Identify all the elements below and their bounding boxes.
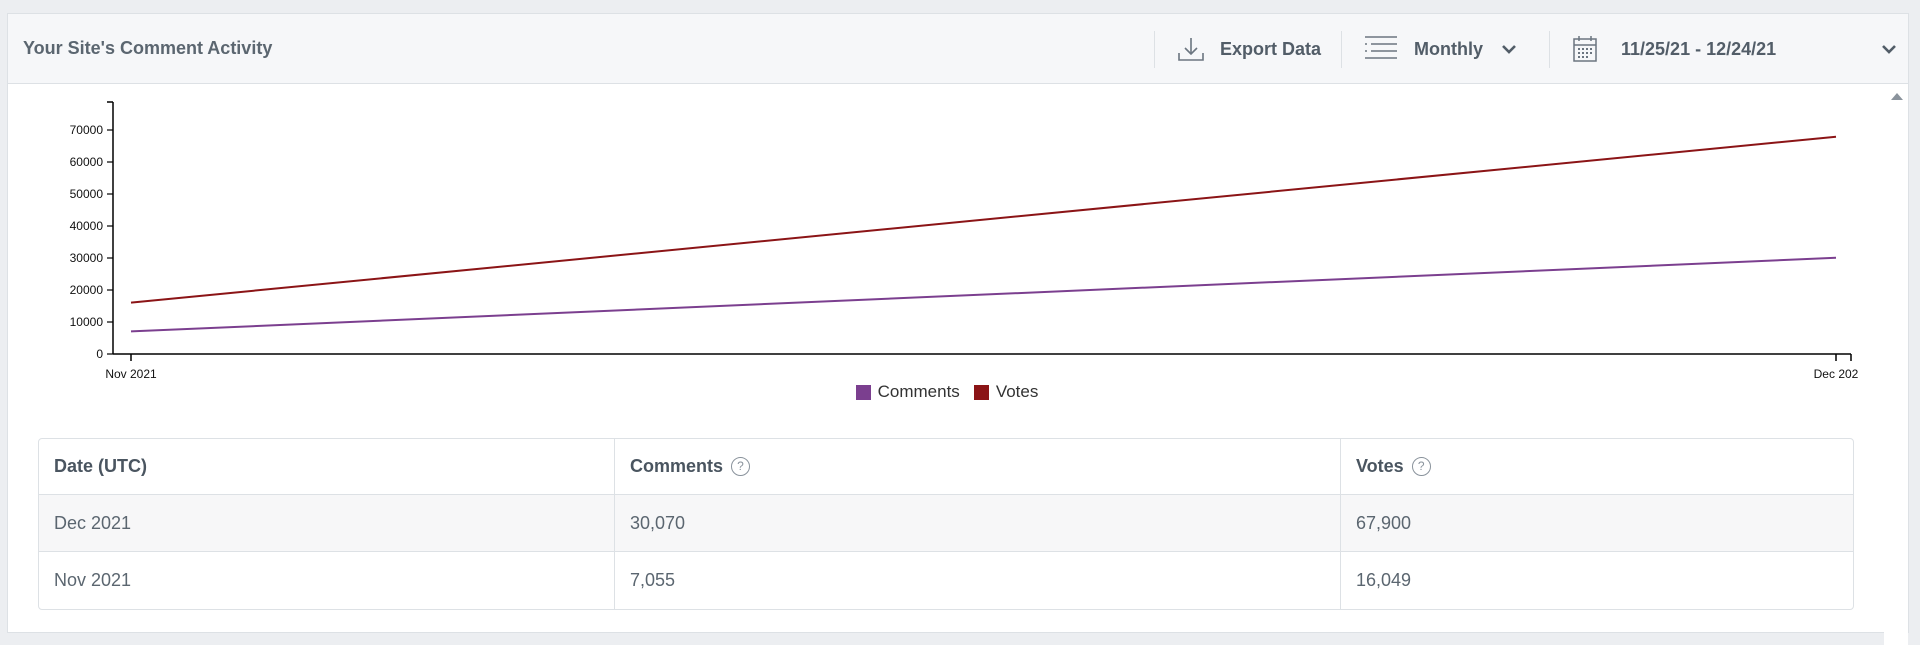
y-tick-label: 0 <box>96 347 103 361</box>
download-icon <box>1176 34 1206 64</box>
toolbar-divider <box>1341 31 1342 68</box>
toolbar-divider <box>1549 31 1550 68</box>
column-header-date-label: Date (UTC) <box>54 456 147 476</box>
column-header-comments-label: Comments <box>630 456 724 476</box>
table-row: Dec 2021 30,070 67,900 <box>39 495 1853 552</box>
y-tick-label: 20000 <box>70 283 104 297</box>
export-data-button[interactable]: Export Data <box>1176 14 1321 84</box>
legend-swatch-votes <box>973 384 989 400</box>
series-line-comments <box>130 256 1837 333</box>
chevron-down-icon <box>1501 44 1517 54</box>
table-row: Nov 2021 7,055 16,049 <box>39 552 1853 609</box>
x-tick-label: Dec 202 <box>1814 367 1859 381</box>
y-tick-label: 60000 <box>70 155 104 169</box>
legend-item-comments: Comments <box>855 382 960 402</box>
calendar-icon <box>1572 35 1598 63</box>
question-circle-icon[interactable]: ? <box>1411 456 1431 476</box>
table-cell-date: Dec 2021 <box>39 495 615 552</box>
legend-item-votes: Votes <box>973 382 1039 402</box>
interval-select[interactable]: Monthly <box>1364 14 1517 84</box>
legend-label-votes: Votes <box>995 382 1039 401</box>
y-tick-label: 40000 <box>70 219 104 233</box>
vertical-scrollbar[interactable] <box>1884 85 1908 645</box>
column-header-comments: Comments? <box>615 439 1341 495</box>
list-icon <box>1364 34 1398 64</box>
question-circle-icon[interactable]: ? <box>731 456 751 476</box>
table-header-row: Date (UTC) Comments? Votes? <box>39 439 1853 495</box>
series-line-votes <box>130 135 1837 304</box>
x-tick-label: Nov 2021 <box>105 367 157 381</box>
date-range-picker[interactable]: 11/25/21 - 12/24/21 <box>1572 14 1896 84</box>
table-cell-votes: 67,900 <box>1341 495 1853 552</box>
y-tick-label: 70000 <box>70 123 104 137</box>
legend-label-comments: Comments <box>877 382 960 401</box>
interval-label: Monthly <box>1414 38 1483 59</box>
y-tick-label: 50000 <box>70 187 104 201</box>
column-header-votes: Votes? <box>1341 439 1853 495</box>
export-data-label: Export Data <box>1220 38 1322 59</box>
activity-line-chart: 0 10000 20000 30000 40000 50000 60000 70000 Nov … <box>70 101 1859 381</box>
table-cell-comments: 7,055 <box>615 552 1341 609</box>
chart-legend: Comments Votes <box>8 382 1886 402</box>
scroll-up-arrow-icon[interactable] <box>1891 93 1903 100</box>
panel-title: Your Site's Comment Activity <box>23 38 273 58</box>
chevron-down-icon <box>1881 44 1897 54</box>
activity-table: Date (UTC) Comments? Votes? Dec 2021 30,… <box>38 438 1854 610</box>
table-cell-date: Nov 2021 <box>39 552 615 609</box>
activity-chart: 0 10000 20000 30000 40000 50000 60000 70000 Nov … <box>8 86 1886 426</box>
table-cell-comments: 30,070 <box>615 495 1341 552</box>
y-tick-label: 10000 <box>70 315 104 329</box>
column-header-date: Date (UTC) <box>39 439 615 495</box>
column-header-votes-label: Votes <box>1356 456 1404 476</box>
toolbar-divider <box>1154 31 1155 68</box>
table-cell-votes: 16,049 <box>1356 570 1412 590</box>
date-range-label: 11/25/21 - 12/24/21 <box>1621 38 1777 59</box>
legend-swatch-comments <box>855 384 871 400</box>
comment-activity-panel: Your Site's Comment Activity Export Data… <box>7 13 1909 645</box>
panel-header: Your Site's Comment Activity Export Data… <box>8 14 1908 84</box>
y-tick-label: 30000 <box>70 251 104 265</box>
